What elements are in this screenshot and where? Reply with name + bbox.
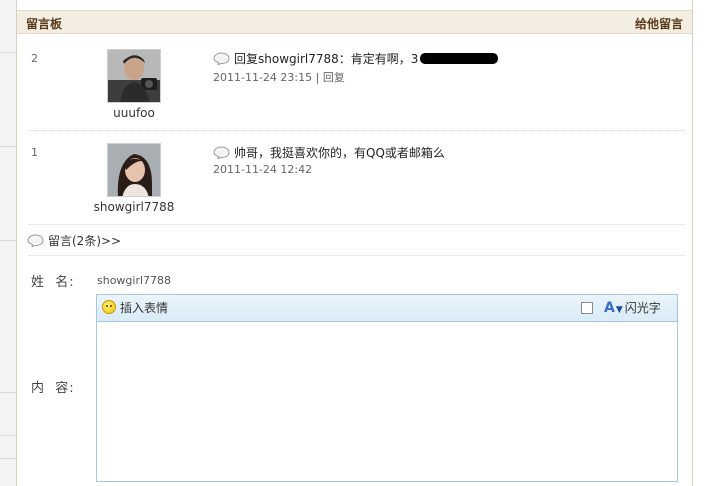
flash-text-checkbox[interactable] <box>581 302 593 314</box>
speech-bubble-icon <box>27 234 44 247</box>
entry-time-row: 2011-11-24 23:15 | 回复 <box>213 69 345 85</box>
entry-number: 2 <box>31 52 38 65</box>
flash-text-label: 闪光字 <box>624 301 661 315</box>
entry-message: 回复showgirl7788：肯定有啊，3 <box>213 50 499 67</box>
flash-text-dropdown[interactable]: A▼ 闪光字 <box>604 299 661 316</box>
editor-toolbar: 插入表情 A▼ 闪光字 <box>97 295 677 322</box>
entry-message-text: 回复showgirl7788：肯定有啊，3 <box>234 52 419 66</box>
all-messages-label: 留言(2条)>> <box>48 234 122 248</box>
guestbook-title: 留言板 <box>26 17 63 31</box>
left-gutter <box>0 0 16 486</box>
insert-emoticon-button[interactable]: 插入表情 <box>102 299 168 316</box>
gutter-divider <box>0 240 16 241</box>
entry-message: 帅哥，我挺喜欢你的，有QQ或者邮箱么 <box>213 144 445 161</box>
entry-username[interactable]: uuufoo <box>79 106 189 120</box>
message-entry: 2 uuufoo 回复showgirl7788：肯定有啊，3 2011-11-2… <box>29 36 685 131</box>
redaction-mark <box>420 53 499 64</box>
entry-time: 2011-11-24 12:42 <box>213 163 313 176</box>
message-entry: 1 showgirl7788 帅哥，我挺喜欢你的，有QQ或者邮箱么 2011-1… <box>29 130 685 225</box>
all-messages-link[interactable]: 留言(2条)>> <box>27 232 121 249</box>
content-label: 内 容: <box>31 381 75 396</box>
gutter-divider <box>0 52 16 53</box>
entry-username[interactable]: showgirl7788 <box>79 200 189 214</box>
message-editor: 插入表情 A▼ 闪光字 <box>96 294 678 482</box>
smiley-icon <box>102 300 116 314</box>
gutter-divider <box>0 435 16 436</box>
gutter-divider <box>0 392 16 393</box>
entry-message-text: 帅哥，我挺喜欢你的，有QQ或者邮箱么 <box>234 146 445 160</box>
guestbook-panel: 留言板 给他留言 2 uuufoo 回复showgirl7788：肯定有啊，3 … <box>16 0 693 486</box>
avatar[interactable] <box>107 49 161 103</box>
time-separator: | <box>315 71 320 84</box>
text-color-icon: A <box>604 300 615 316</box>
avatar[interactable] <box>107 143 161 197</box>
entry-number: 1 <box>31 146 38 159</box>
name-value: showgirl7788 <box>97 274 172 287</box>
dropdown-arrow-icon: ▼ <box>615 305 623 315</box>
name-label: 姓 名: <box>31 275 75 290</box>
reply-link[interactable]: 回复 <box>323 71 345 84</box>
leave-message-link[interactable]: 给他留言 <box>635 15 683 32</box>
gutter-divider <box>0 458 16 459</box>
speech-bubble-icon <box>213 146 230 159</box>
guestbook-header: 留言板 给他留言 <box>17 10 692 34</box>
gutter-divider <box>0 146 16 147</box>
entry-time: 2011-11-24 23:15 <box>213 71 313 84</box>
insert-emoticon-label: 插入表情 <box>120 301 169 315</box>
speech-bubble-icon <box>213 52 230 65</box>
divider <box>29 255 685 256</box>
content-textarea[interactable] <box>97 322 677 481</box>
